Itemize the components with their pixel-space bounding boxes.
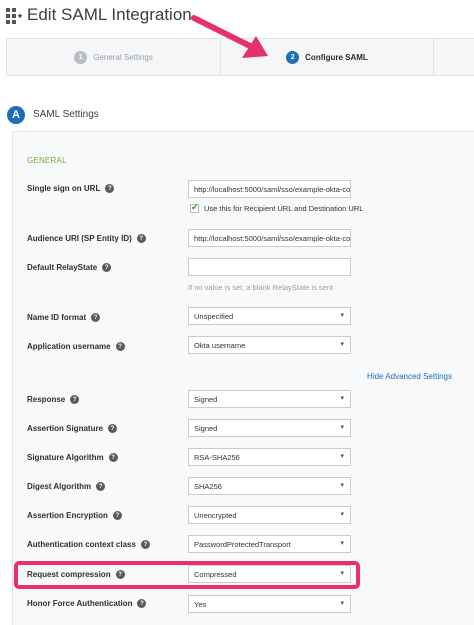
audience-uri-label: Audience URI (SP Entity ID) ? — [27, 234, 146, 243]
assertion-signature-value: Signed — [194, 423, 218, 433]
app-username-value: Okta username — [194, 340, 246, 350]
auth-context-class-label-text: Authentication context class — [27, 540, 136, 549]
page-title: Edit SAML Integration — [27, 5, 192, 24]
auth-context-class-label: Authentication context class ? — [27, 540, 150, 549]
help-icon[interactable]: ? — [108, 453, 118, 462]
sso-url-input[interactable]: http://localhost:5000/saml/sso/example-o… — [188, 180, 351, 198]
recipient-checkbox[interactable] — [190, 202, 199, 213]
step-number: 2 — [286, 50, 300, 64]
step-number: 1 — [74, 50, 88, 64]
sso-url-label-text: Single sign on URL — [27, 184, 101, 193]
auth-context-class-select[interactable]: PasswordProtectedTransport — [188, 535, 351, 553]
assertion-signature-label-text: Assertion Signature — [27, 424, 104, 433]
help-icon[interactable]: ? — [108, 424, 118, 433]
response-label: Response ? — [27, 395, 80, 404]
assertion-signature-label: Assertion Signature ? — [27, 424, 118, 433]
app-username-label-text: Application username — [27, 342, 111, 351]
help-icon[interactable]: ? — [136, 234, 146, 243]
audience-uri-label-text: Audience URI (SP Entity ID) — [27, 234, 132, 243]
help-icon[interactable]: ? — [91, 313, 101, 322]
app-username-label: Application username ? — [27, 342, 125, 351]
app-username-select[interactable]: Okta username — [188, 336, 351, 354]
recipient-checkbox-row[interactable]: Use this for Recipient URL and Destinati… — [190, 202, 364, 213]
wizard-step-general-settings[interactable]: 1 General Settings — [7, 39, 220, 75]
name-id-format-label-text: Name ID format — [27, 313, 87, 322]
signature-algorithm-label-text: Signature Algorithm — [27, 453, 104, 462]
sso-url-label: Single sign on URL ? — [27, 184, 115, 193]
assertion-encryption-label: Assertion Encryption ? — [27, 511, 122, 520]
digest-algorithm-label-text: Digest Algorithm — [27, 482, 92, 491]
help-icon[interactable]: ? — [96, 482, 106, 491]
digest-algorithm-label: Digest Algorithm ? — [27, 482, 106, 491]
annotation-highlight-box — [14, 561, 360, 589]
recipient-checkbox-label: Use this for Recipient URL and Destinati… — [204, 204, 364, 213]
assertion-encryption-label-text: Assertion Encryption — [27, 511, 108, 520]
signature-algorithm-select[interactable]: RSA-SHA256 — [188, 448, 351, 466]
section-title: SAML Settings — [33, 109, 99, 120]
assertion-signature-select[interactable]: Signed — [188, 419, 351, 437]
general-heading: GENERAL — [27, 156, 67, 165]
signature-algorithm-label: Signature Algorithm ? — [27, 453, 118, 462]
step-label: General Settings — [93, 52, 153, 62]
digest-algorithm-value: SHA256 — [194, 481, 222, 491]
help-icon[interactable]: ? — [137, 599, 147, 608]
help-icon[interactable]: ? — [105, 184, 115, 193]
hide-advanced-settings-link[interactable]: Hide Advanced Settings — [367, 372, 452, 381]
help-icon[interactable]: ? — [70, 395, 80, 404]
section-badge: A — [7, 106, 25, 124]
response-label-text: Response — [27, 395, 66, 404]
response-value: Signed — [194, 394, 218, 404]
step-label: Configure SAML — [305, 52, 368, 62]
honor-force-auth-label: Honor Force Authentication ? — [27, 599, 147, 608]
auth-context-class-value: PasswordProtectedTransport — [194, 539, 291, 549]
relay-state-label: Default RelayState ? — [27, 263, 112, 272]
relay-state-label-text: Default RelayState — [27, 263, 98, 272]
name-id-format-value: Unspecified — [194, 311, 234, 321]
honor-force-auth-value: Yes — [194, 599, 207, 609]
honor-force-auth-label-text: Honor Force Authentication — [27, 599, 133, 608]
name-id-format-select[interactable]: Unspecified — [188, 307, 351, 325]
signature-algorithm-value: RSA-SHA256 — [194, 452, 240, 462]
annotation-arrow-icon — [191, 15, 268, 58]
help-icon[interactable]: ? — [115, 342, 125, 351]
name-id-format-label: Name ID format ? — [27, 313, 101, 322]
relay-state-hint: If no value is set, a blank RelayState i… — [188, 283, 334, 292]
help-icon[interactable]: ? — [112, 511, 122, 520]
help-icon[interactable]: ? — [102, 263, 112, 272]
audience-uri-input[interactable]: http://localhost:5000/saml/sso/example-o… — [188, 229, 351, 247]
app-grid-icon — [6, 8, 22, 24]
assertion-encryption-value: Unencrypted — [194, 510, 237, 520]
digest-algorithm-select[interactable]: SHA256 — [188, 477, 351, 495]
help-icon[interactable]: ? — [140, 540, 150, 549]
honor-force-auth-select[interactable]: Yes — [188, 595, 351, 613]
assertion-encryption-select[interactable]: Unencrypted — [188, 506, 351, 524]
response-select[interactable]: Signed — [188, 390, 351, 408]
relay-state-input[interactable] — [188, 258, 351, 276]
